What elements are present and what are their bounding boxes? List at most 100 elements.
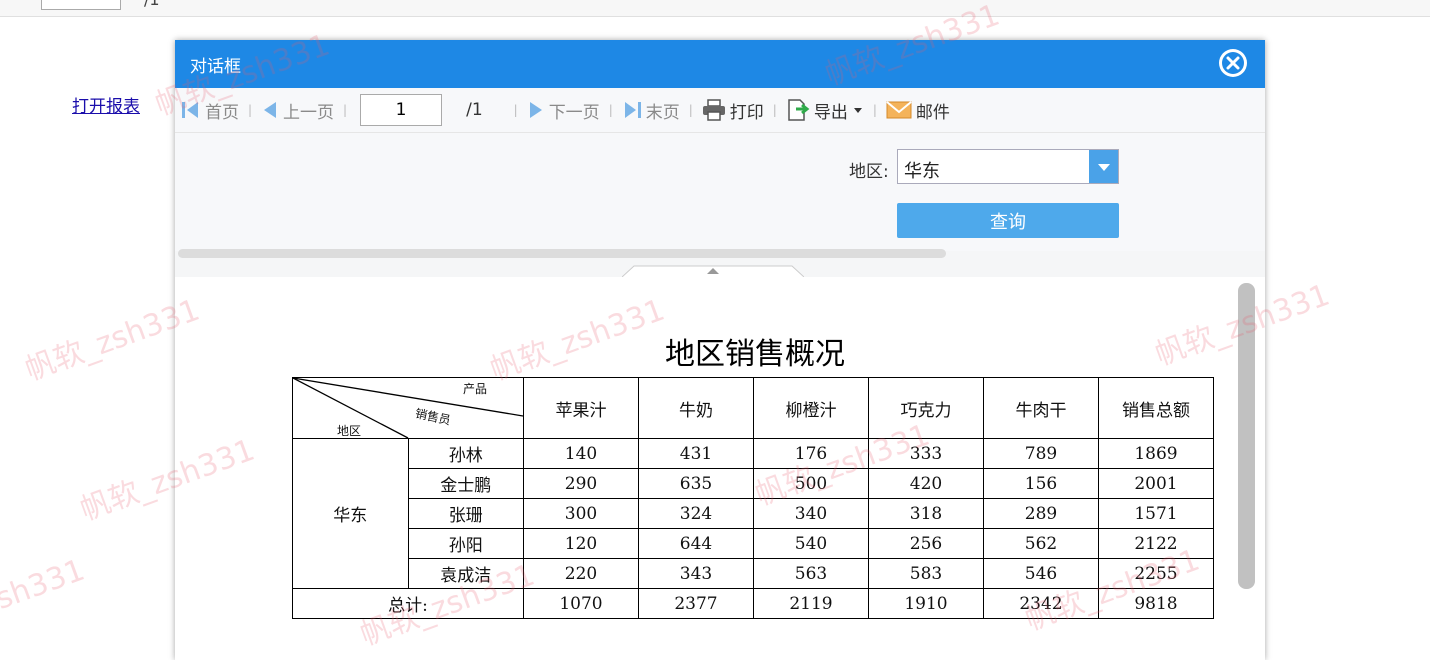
value-cell: 290 (523, 468, 639, 499)
region-dropdown-button[interactable] (1089, 150, 1118, 183)
open-report-link[interactable]: 打开报表 (72, 92, 140, 117)
value-cell: 420 (868, 468, 984, 499)
email-label: 邮件 (915, 102, 950, 123)
first-page-button[interactable]: 首页 (181, 98, 239, 123)
region-cell: 华东 (292, 438, 409, 589)
printer-icon (702, 99, 725, 121)
table-row: 华东 孙林 140 431 176 333 789 1869 (292, 438, 1214, 589)
email-button[interactable]: 邮件 (886, 98, 950, 123)
value-cell: 546 (983, 558, 1099, 589)
dialog-title: 对话框 (190, 56, 241, 77)
total-label: 总计: (292, 588, 524, 619)
export-icon (788, 99, 810, 121)
close-button[interactable] (1219, 49, 1247, 77)
vertical-scrollbar-thumb[interactable] (1238, 283, 1255, 589)
chevron-down-icon (1097, 163, 1110, 171)
total-cell: 2119 (753, 588, 869, 619)
value-cell: 318 (868, 498, 984, 529)
column-header: 牛肉干 (983, 377, 1099, 439)
salesperson-cell: 张珊 (407, 498, 524, 529)
value-cell: 562 (983, 528, 1099, 559)
close-icon (1222, 52, 1244, 74)
total-cell: 1070 (523, 588, 639, 619)
page-total: /1 (466, 100, 483, 120)
value-cell: 343 (638, 558, 754, 589)
value-cell: 289 (983, 498, 1099, 529)
export-button[interactable]: 导出 (786, 98, 864, 123)
column-header: 苹果汁 (523, 377, 639, 439)
background-page-total: /1 (144, 0, 160, 9)
parameter-panel: 地区: 华东 查询 (175, 133, 1265, 258)
prev-page-button[interactable]: 上一页 (261, 98, 334, 123)
diag-product-label: 产品 (462, 382, 487, 396)
value-cell: 2001 (1098, 468, 1214, 499)
region-select-value: 华东 (904, 161, 940, 182)
background-page-input[interactable] (41, 0, 121, 10)
region-select[interactable]: 华东 (897, 149, 1119, 184)
value-cell: 540 (753, 528, 869, 559)
table-row: 袁成洁 220 343 563 583 546 2255 (293, 558, 1214, 589)
salesperson-cell: 金士鹏 (407, 468, 524, 499)
next-page-button[interactable]: 下一页 (527, 98, 600, 123)
value-cell: 789 (983, 438, 1099, 469)
value-cell: 120 (523, 528, 639, 559)
print-button[interactable]: 打印 (702, 98, 764, 123)
last-page-button[interactable]: 末页 (622, 98, 680, 123)
value-cell: 500 (753, 468, 869, 499)
total-cell: 2377 (638, 588, 754, 619)
next-page-icon (529, 102, 542, 118)
value-cell: 563 (753, 558, 869, 589)
column-header: 巧克力 (868, 377, 984, 439)
column-header: 销售总额 (1098, 377, 1214, 439)
table-row: 孙阳 120 644 540 256 562 2122 (293, 528, 1214, 559)
dialog-window: 对话框 首页 | 上一页 | /1 | (175, 40, 1265, 660)
value-cell: 2122 (1098, 528, 1214, 559)
diag-region-label: 地区 (337, 424, 362, 438)
prev-page-icon (264, 102, 277, 118)
report-title: 地区销售概况 (665, 337, 845, 372)
toolbar-separator: | (513, 103, 518, 117)
first-page-label: 首页 (205, 102, 239, 123)
horizontal-scrollbar[interactable] (178, 249, 946, 258)
table-row: 金士鹏 290 635 500 420 156 2001 (293, 468, 1214, 499)
table-header-row: 产品 销售员 地区 苹果汁 牛奶 柳橙汁 巧克力 牛肉干 销售总额 (292, 377, 1214, 439)
toolbar-separator: | (248, 103, 253, 117)
print-label: 打印 (729, 102, 764, 123)
salesperson-cell: 袁成洁 (407, 558, 524, 589)
value-cell: 176 (753, 438, 869, 469)
toolbar-separator: | (772, 103, 777, 117)
value-cell: 644 (638, 528, 754, 559)
page-number-input[interactable] (360, 94, 443, 126)
envelope-icon (886, 101, 912, 119)
value-cell: 300 (523, 498, 639, 529)
report-toolbar: 首页 | 上一页 | /1 | 下一页 | 末页 | (175, 88, 1265, 133)
toolbar-separator: | (872, 103, 877, 117)
value-cell: 635 (638, 468, 754, 499)
first-page-icon (182, 102, 198, 118)
total-cell: 2342 (983, 588, 1099, 619)
column-header: 柳橙汁 (753, 377, 869, 439)
query-button[interactable]: 查询 (897, 203, 1119, 238)
value-cell: 220 (523, 558, 639, 589)
collapse-panel-handle[interactable] (622, 265, 804, 277)
value-cell: 340 (753, 498, 869, 529)
report-table: 产品 销售员 地区 苹果汁 牛奶 柳橙汁 巧克力 牛肉干 销售总额 华东 孙林 … (292, 377, 1214, 619)
diagonal-header-cell: 产品 销售员 地区 (292, 377, 524, 439)
report-content: 地区销售概况 产品 销售员 地区 苹果汁 牛奶 柳橙汁 巧克力 牛肉干 销售总额 (175, 277, 1233, 660)
dialog-title-bar: 对话框 (175, 40, 1265, 88)
caret-down-icon (853, 108, 862, 113)
value-cell: 431 (638, 438, 754, 469)
toolbar-separator: | (688, 103, 693, 117)
value-cell: 2255 (1098, 558, 1214, 589)
background-toolbar: /1 (0, 0, 1430, 17)
watermark: 帆软_zsh331 (0, 552, 90, 648)
value-cell: 140 (523, 438, 639, 469)
total-cell: 1910 (868, 588, 984, 619)
toolbar-separator: | (343, 103, 348, 117)
region-label: 地区: (849, 162, 889, 182)
last-page-label: 末页 (645, 102, 680, 123)
value-cell: 324 (638, 498, 754, 529)
last-page-icon (624, 102, 641, 118)
total-row: 总计: 1070 2377 2119 1910 2342 9818 (292, 588, 1214, 619)
value-cell: 1571 (1098, 498, 1214, 529)
